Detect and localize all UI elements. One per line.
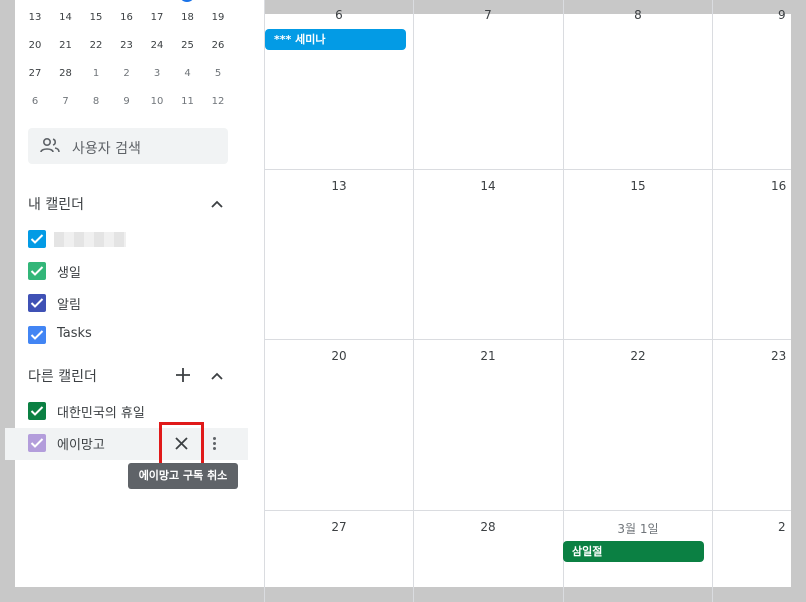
grid-line bbox=[264, 0, 265, 602]
calendar-item-korean-holidays[interactable]: 대한민국의 휴일 bbox=[28, 395, 238, 427]
mini-calendar-week: 13 14 15 16 17 18 19 bbox=[20, 12, 240, 26]
grid-line bbox=[413, 0, 414, 602]
mini-calendar-day[interactable]: 11 bbox=[173, 96, 203, 107]
mini-calendar-day[interactable]: 9 bbox=[112, 96, 142, 107]
checkbox-checked-icon[interactable] bbox=[28, 262, 46, 280]
grid-line bbox=[563, 0, 564, 602]
calendar-item-reminders[interactable]: 알림 bbox=[28, 287, 238, 319]
month-day-number[interactable]: 13 bbox=[264, 179, 414, 193]
mini-calendar-day[interactable]: 3 bbox=[142, 68, 172, 79]
mini-calendar-week: 20 21 22 23 24 25 26 bbox=[20, 40, 240, 54]
checkbox-checked-icon[interactable] bbox=[28, 294, 46, 312]
calendar-name: 생일 bbox=[57, 266, 81, 281]
grid-line bbox=[265, 339, 791, 340]
calendar-item-personal[interactable] bbox=[28, 223, 238, 255]
calendar-name: 알림 bbox=[57, 298, 81, 313]
mini-calendar-day[interactable]: 4 bbox=[173, 68, 203, 79]
month-day-number[interactable]: 2 bbox=[778, 520, 786, 534]
mini-calendar-day[interactable]: 16 bbox=[112, 12, 142, 23]
month-day-number[interactable]: 15 bbox=[563, 179, 713, 193]
close-icon bbox=[175, 437, 188, 450]
grid-line bbox=[265, 510, 791, 511]
checkbox-checked-icon[interactable] bbox=[28, 402, 46, 420]
mini-calendar-day[interactable]: 10 bbox=[142, 96, 172, 107]
search-people-input[interactable]: 사용자 검색 bbox=[28, 128, 228, 164]
calendar-item-birthdays[interactable]: 생일 bbox=[28, 255, 238, 287]
mini-calendar-day[interactable]: 26 bbox=[203, 40, 233, 51]
month-day-number[interactable]: 8 bbox=[563, 8, 713, 22]
mini-calendar-day[interactable]: 13 bbox=[20, 12, 50, 23]
month-day-number[interactable]: 21 bbox=[413, 349, 563, 363]
month-day-number[interactable]: 14 bbox=[413, 179, 563, 193]
month-day-number[interactable]: 27 bbox=[264, 520, 414, 534]
month-day-number[interactable]: 6 bbox=[264, 8, 414, 22]
mini-calendar-day[interactable]: 25 bbox=[173, 40, 203, 51]
add-calendar-icon[interactable] bbox=[176, 368, 190, 382]
mini-calendar-day[interactable]: 24 bbox=[142, 40, 172, 51]
grid-line bbox=[265, 169, 791, 170]
mini-calendar-day[interactable]: 7 bbox=[51, 96, 81, 107]
more-options-icon[interactable] bbox=[213, 437, 217, 451]
mini-calendar-day[interactable]: 15 bbox=[81, 12, 111, 23]
month-day-number[interactable]: 3월 1일 bbox=[563, 520, 713, 537]
event-chip[interactable]: 삼일절 bbox=[563, 541, 704, 562]
unsubscribe-tooltip: 에이망고 구독 취소 bbox=[128, 463, 238, 489]
checkbox-checked-icon[interactable] bbox=[28, 434, 46, 452]
mini-calendar-day[interactable]: 28 bbox=[51, 68, 81, 79]
event-title: *** 세미나 bbox=[274, 33, 326, 46]
search-people-label: 사용자 검색 bbox=[72, 141, 141, 157]
mini-calendar-day[interactable]: 19 bbox=[203, 12, 233, 23]
mini-calendar-week: 27 28 1 2 3 4 5 bbox=[20, 68, 240, 82]
mini-calendar-week: 6 7 8 9 10 11 12 bbox=[20, 96, 240, 110]
mini-calendar-day[interactable]: 17 bbox=[142, 12, 172, 23]
month-day-number[interactable]: 28 bbox=[413, 520, 563, 534]
month-day-number[interactable]: 9 bbox=[778, 8, 786, 22]
mini-calendar-day[interactable]: 22 bbox=[81, 40, 111, 51]
checkbox-checked-icon[interactable] bbox=[28, 326, 46, 344]
mini-calendar-day[interactable]: 8 bbox=[81, 96, 111, 107]
calendar-item-amango[interactable]: 에이망고 bbox=[28, 427, 238, 459]
mini-calendar-day[interactable]: 27 bbox=[20, 68, 50, 79]
mini-calendar-day[interactable]: 23 bbox=[112, 40, 142, 51]
unsubscribe-button[interactable] bbox=[159, 422, 204, 466]
mini-calendar-day[interactable]: 12 bbox=[203, 96, 233, 107]
month-day-number[interactable]: 22 bbox=[563, 349, 713, 363]
mini-calendar-day[interactable]: 21 bbox=[51, 40, 81, 51]
checkbox-checked-icon[interactable] bbox=[28, 230, 46, 248]
grid-line bbox=[712, 0, 713, 602]
other-calendars-title: 다른 캘린더 bbox=[28, 369, 97, 385]
people-icon bbox=[40, 137, 60, 153]
calendar-name: Tasks bbox=[57, 326, 92, 341]
mini-calendar-day[interactable]: 18 bbox=[173, 12, 203, 23]
chevron-up-icon[interactable] bbox=[210, 199, 224, 209]
event-title: 삼일절 bbox=[572, 545, 603, 558]
mini-calendar-day[interactable]: 1 bbox=[81, 68, 111, 79]
my-calendars-title: 내 캘린더 bbox=[28, 197, 84, 213]
month-day-number[interactable]: 20 bbox=[264, 349, 414, 363]
mini-calendar-day[interactable]: 5 bbox=[203, 68, 233, 79]
mini-calendar-day[interactable]: 20 bbox=[20, 40, 50, 51]
mini-calendar-day[interactable]: 6 bbox=[20, 96, 50, 107]
month-day-number[interactable]: 23 bbox=[771, 349, 786, 363]
month-day-number[interactable]: 7 bbox=[413, 8, 563, 22]
mini-calendar-day[interactable]: 14 bbox=[51, 12, 81, 23]
calendar-name: 대한민국의 휴일 bbox=[57, 406, 145, 421]
chevron-up-icon[interactable] bbox=[210, 371, 224, 381]
month-day-number[interactable]: 16 bbox=[771, 179, 786, 193]
calendar-name: 에이망고 bbox=[57, 438, 105, 453]
blurred-calendar-name bbox=[54, 232, 126, 247]
event-chip[interactable]: *** 세미나 bbox=[265, 29, 406, 50]
calendar-item-tasks[interactable]: Tasks bbox=[28, 319, 238, 351]
mini-calendar-day[interactable]: 2 bbox=[112, 68, 142, 79]
